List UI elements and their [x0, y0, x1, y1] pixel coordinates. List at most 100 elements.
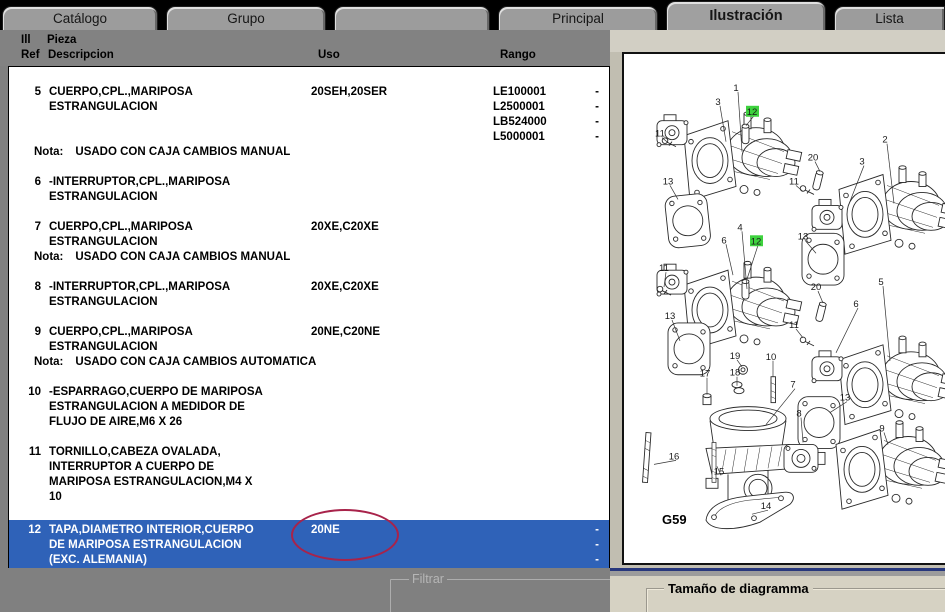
part-row-main: 7CUERPO,CPL.,MARIPOSAESTRANGULACION20XE,… [9, 220, 609, 250]
tab-label: Lista [875, 11, 904, 26]
tab-catalogo[interactable]: Catálogo [2, 6, 158, 30]
callout-number[interactable]: 4 [737, 222, 742, 233]
part-description-line: ESTRANGULACION A MEDIDOR DE [49, 400, 311, 415]
part-row-main: 12TAPA,DIAMETRO INTERIOR,CUERPODE MARIPO… [9, 523, 609, 568]
part-rango [461, 175, 609, 205]
callout-number[interactable]: 17 [700, 369, 711, 380]
epc-window: Catálogo Grupo Principal Ilustración Lista I… [0, 0, 945, 612]
part-uso: 20NE,C20NE [311, 325, 461, 355]
rango-end-dash: - [595, 100, 599, 115]
callout-number[interactable]: 20 [808, 153, 819, 164]
part-description-line: FLUJO DE AIRE,M6 X 26 [49, 415, 311, 430]
part-nota: Nota:USADO CON CAJA CAMBIOS AUTOMATICA [9, 355, 609, 370]
tab-label: Principal [552, 11, 604, 26]
part-uso [311, 385, 461, 430]
part-ref: 10 [9, 385, 41, 430]
callout-leader-line [883, 286, 890, 361]
nota-text: USADO CON CAJA CAMBIOS MANUAL [75, 146, 290, 158]
throttle-housing-drawing [706, 407, 796, 503]
parts-rows: 5CUERPO,CPL.,MARIPOSAESTRANGULACION20SEH… [9, 85, 609, 587]
tab-principal[interactable]: Principal [498, 6, 658, 30]
rango-end-dash: - [595, 85, 599, 100]
callout-number[interactable]: 18 [730, 368, 741, 379]
part-description-line: TAPA,DIAMETRO INTERIOR,CUERPO [49, 523, 311, 538]
rango-start: LB524000 [493, 115, 547, 130]
part-description-line: INTERRUPTOR A CUERPO DE [49, 460, 311, 475]
callout-number[interactable]: 11 [789, 177, 799, 188]
col-uso-label: Uso [318, 49, 340, 61]
flat-gasket-drawing [706, 492, 793, 528]
callout-number[interactable]: 6 [853, 299, 858, 310]
rango-end-dash: - [595, 115, 599, 130]
part-row-11[interactable]: 11TORNILLO,CABEZA OVALADA,INTERRUPTOR A … [9, 445, 609, 505]
gasket-drawing-4 [798, 397, 840, 449]
callout-number[interactable]: 20 [811, 282, 822, 293]
callout-number[interactable]: 13 [840, 393, 851, 404]
part-row-6[interactable]: 6-INTERRUPTOR,CPL.,MARIPOSAESTRANGULACIO… [9, 175, 609, 205]
illustration-panel-top [610, 30, 945, 52]
tab-blank[interactable] [334, 6, 490, 30]
part-description-line: CUERPO,CPL.,MARIPOSA [49, 220, 311, 235]
part-uso: 20SEH,20SER [311, 85, 461, 145]
callout-number[interactable]: 11 [655, 129, 665, 140]
part-row-8[interactable]: 8-INTERRUPTOR,CPL.,MARIPOSAESTRANGULACIO… [9, 280, 609, 310]
part-row-5[interactable]: 5CUERPO,CPL.,MARIPOSAESTRANGULACION20SEH… [9, 85, 609, 160]
cap-drawing-1 [742, 124, 749, 143]
part-ref: 6 [9, 175, 41, 205]
part-description-line: DE MARIPOSA ESTRANGULACION [49, 538, 311, 553]
callout-number[interactable]: 7 [790, 380, 795, 391]
callout-number-highlighted[interactable]: 12 [751, 236, 762, 247]
part-description: -ESPARRAGO,CUERPO DE MARIPOSAESTRANGULAC… [41, 385, 311, 430]
rango-line: L2500001- [461, 100, 609, 115]
callout-number[interactable]: 9 [879, 424, 884, 435]
part-row-10[interactable]: 10-ESPARRAGO,CUERPO DE MARIPOSAESTRANGUL… [9, 385, 609, 430]
callout-number[interactable]: 5 [878, 277, 883, 288]
part-rango [461, 280, 609, 310]
part-description: CUERPO,CPL.,MARIPOSAESTRANGULACION [41, 85, 311, 145]
callout-number[interactable]: 3 [715, 97, 720, 108]
part-ref: 7 [9, 220, 41, 250]
callout-number[interactable]: 13 [665, 311, 676, 322]
callout-number[interactable]: 1 [733, 83, 738, 94]
part-row-9[interactable]: 9CUERPO,CPL.,MARIPOSAESTRANGULACION20NE,… [9, 325, 609, 370]
part-description-line: (EXC. ALEMANIA) [49, 553, 311, 568]
rango-line: - [461, 538, 609, 553]
callout-number[interactable]: 16 [669, 451, 680, 462]
tab-grupo[interactable]: Grupo [166, 6, 326, 30]
callout-number[interactable]: 15 [714, 466, 725, 477]
callout-number-highlighted[interactable]: 12 [747, 107, 758, 118]
rango-start: L5000001 [493, 130, 545, 145]
switch-drawing-4 [812, 351, 843, 383]
illustration-svg[interactable]: 1312111320231146121311205613111910171878… [624, 54, 945, 563]
part-rango [461, 220, 609, 250]
throttle-body-drawing-2 [839, 166, 945, 254]
screw-drawing-4 [800, 337, 814, 346]
nota-label: Nota: [34, 356, 63, 368]
callout-number[interactable]: 11 [659, 263, 669, 274]
part-row-7[interactable]: 7CUERPO,CPL.,MARIPOSAESTRANGULACION20XE,… [9, 220, 609, 265]
tab-ilustracion[interactable]: Ilustración [666, 1, 826, 30]
part-rango: LE100001-L2500001-LB524000-L5000001- [461, 85, 609, 145]
callout-number[interactable]: 13 [798, 231, 809, 242]
part-rango [461, 445, 609, 505]
part-description-line: ESTRANGULACION [49, 235, 311, 250]
callout-number[interactable]: 2 [882, 135, 887, 146]
callout-number[interactable]: 3 [859, 157, 864, 168]
callout-number[interactable]: 6 [721, 235, 726, 246]
callout-number[interactable]: 11 [789, 320, 799, 331]
callout-number[interactable]: 14 [761, 501, 772, 512]
illustration-canvas[interactable]: 1312111320231146121311205613111910171878… [622, 52, 945, 565]
throttle-body-drawing-4 [839, 336, 945, 424]
callout-number[interactable]: 13 [663, 177, 674, 188]
part-description: TAPA,DIAMETRO INTERIOR,CUERPODE MARIPOSA… [41, 523, 311, 568]
part-ref: 11 [9, 445, 41, 505]
tab-lista[interactable]: Lista [834, 6, 945, 30]
callout-number[interactable]: 10 [766, 352, 777, 363]
bottom-right-strip: Tamaño de diagramma [610, 568, 945, 612]
col-rango-label: Rango [500, 49, 536, 61]
callout-number[interactable]: 8 [796, 409, 801, 420]
callout-number[interactable]: 19 [730, 351, 741, 362]
callout-leader-line [836, 308, 858, 353]
stud-drawing-1 [643, 433, 651, 483]
gasket-drawing-1 [664, 193, 711, 249]
